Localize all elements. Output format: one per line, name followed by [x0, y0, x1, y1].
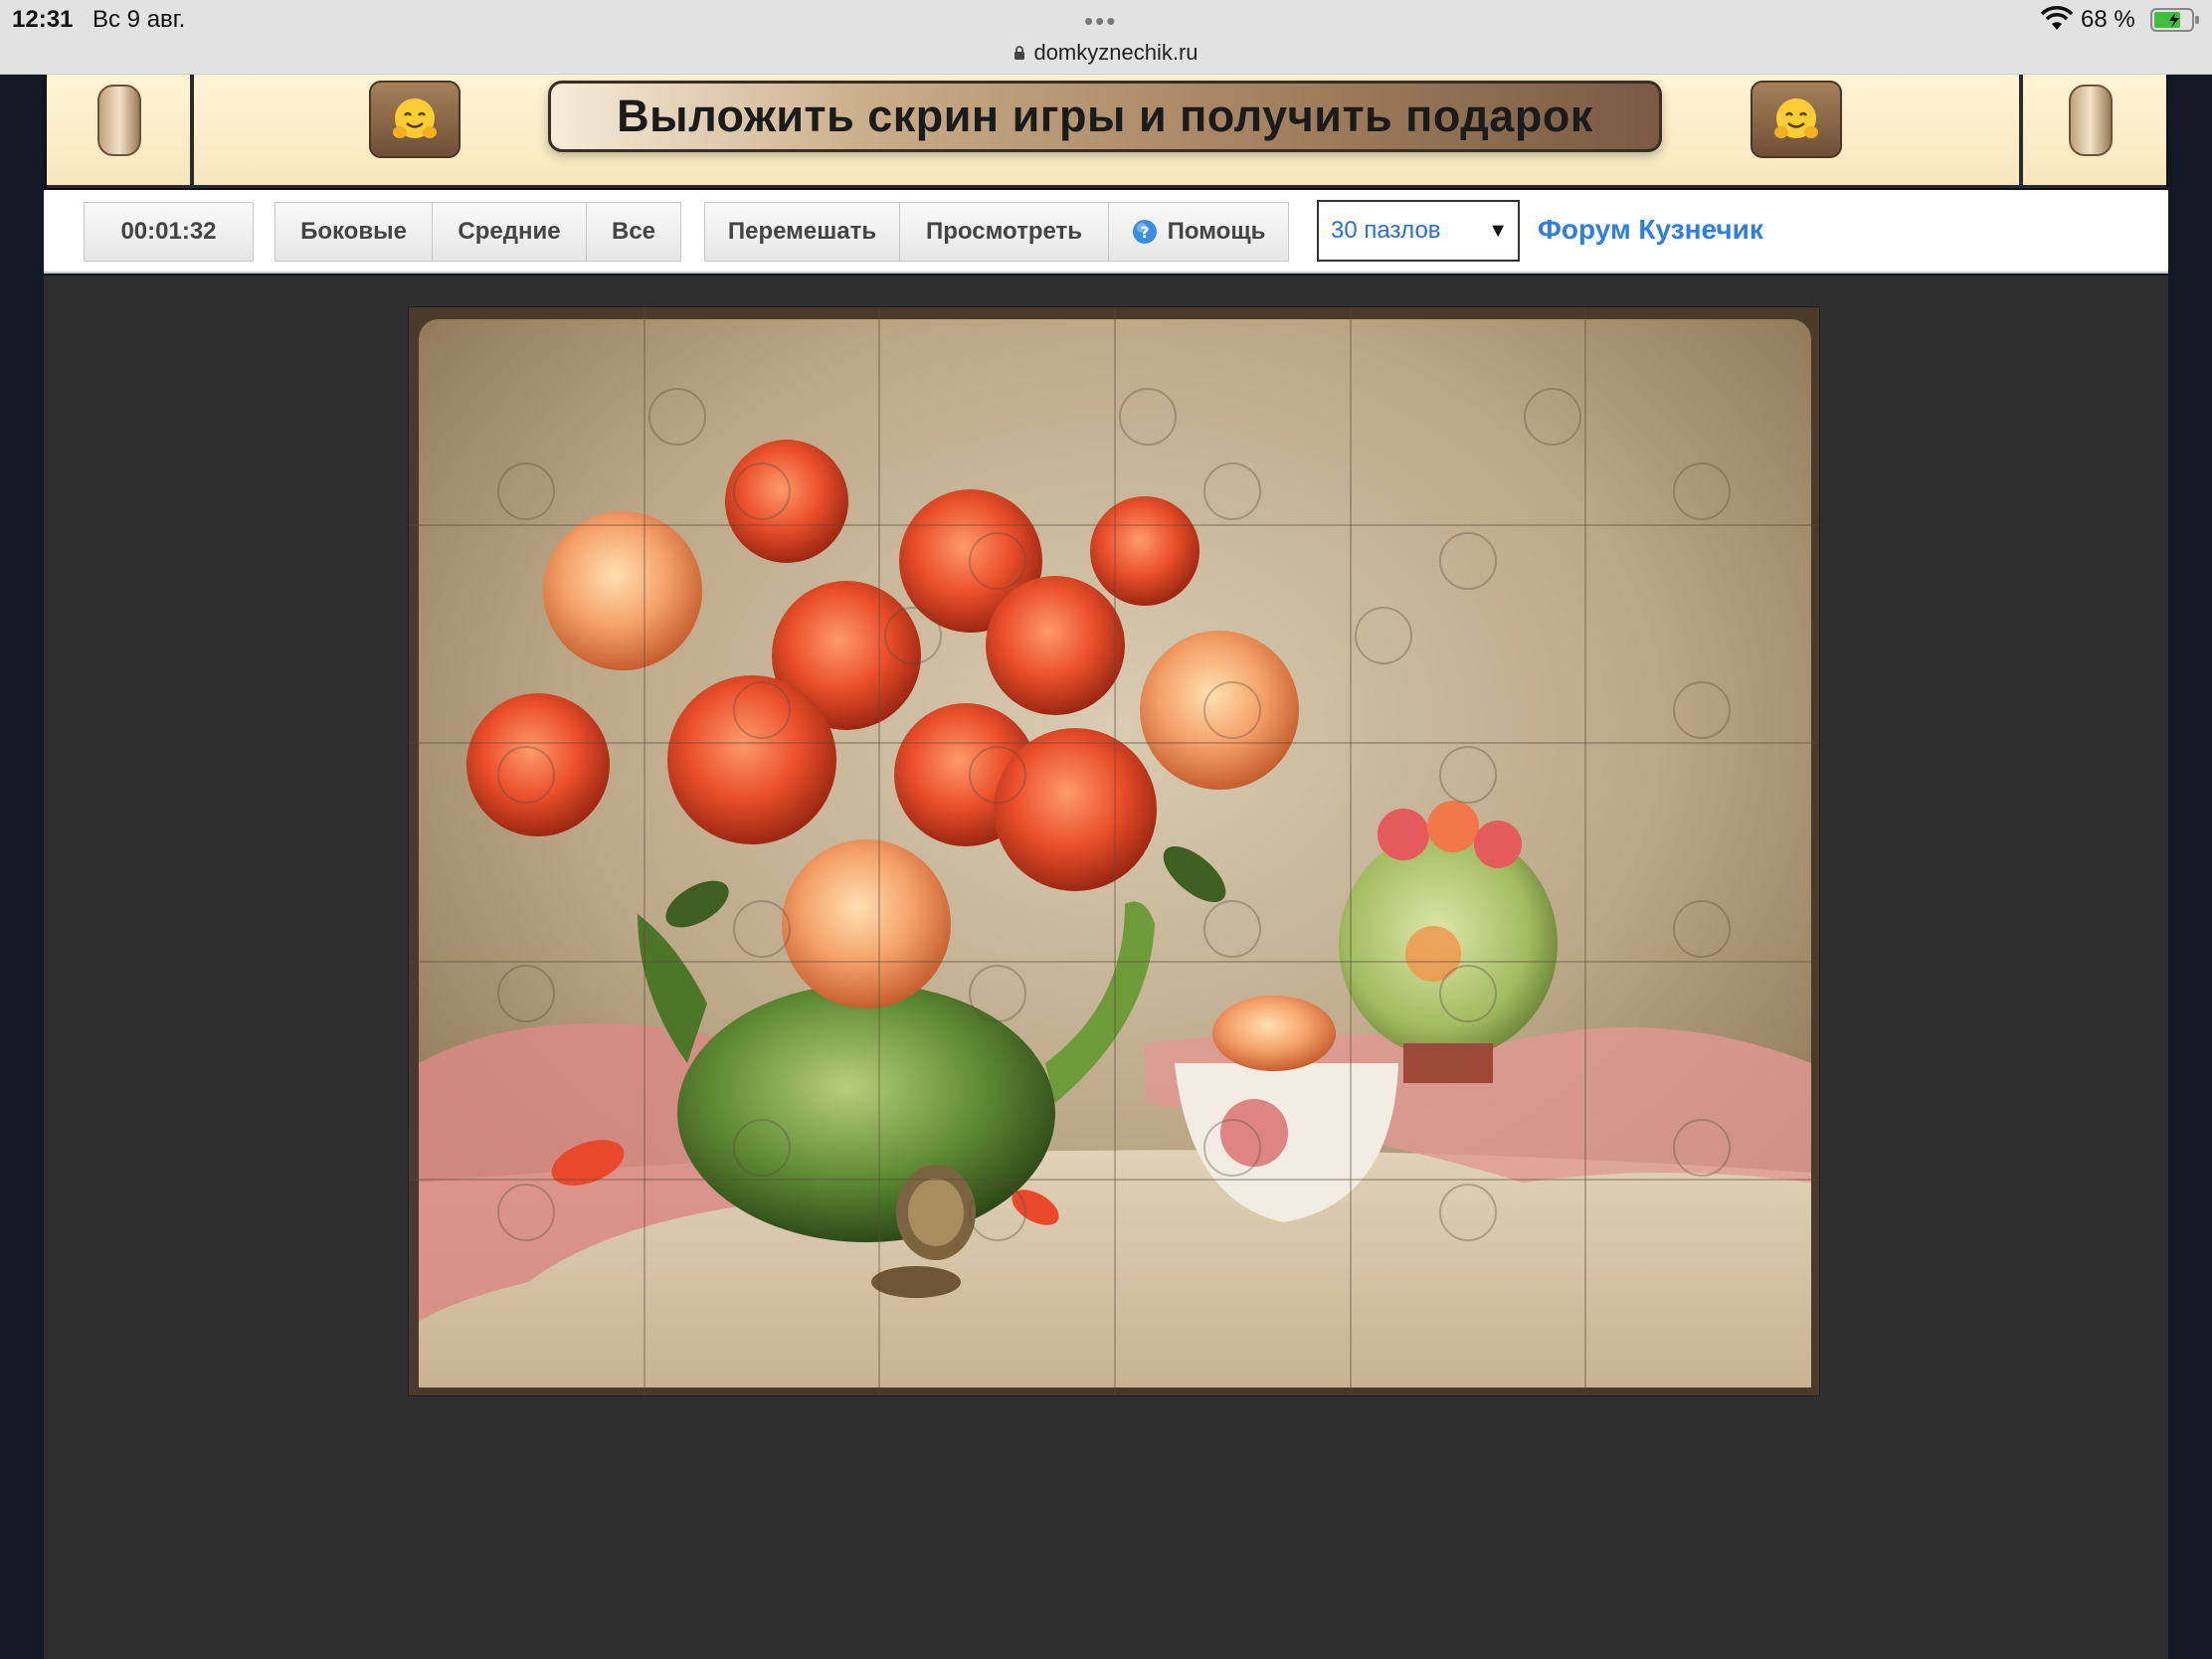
status-date: Вс 9 авг.	[92, 6, 186, 33]
lock-icon	[1014, 46, 1025, 60]
multitask-dots-icon[interactable]: •••	[1084, 6, 1117, 37]
right-page-margin	[2168, 75, 2212, 1659]
pieces-count-select[interactable]: 30 пазлов ▼	[1317, 200, 1520, 262]
address-bar[interactable]: domkyznechik.ru	[0, 40, 2212, 66]
url-text: domkyznechik.ru	[1033, 40, 1198, 65]
pieces-count-value: 30 пазлов	[1331, 217, 1441, 244]
battery-percent: 68 %	[2081, 6, 2135, 33]
battery-icon	[2150, 8, 2199, 32]
timer-display: 00:01:32	[84, 202, 254, 262]
hugging-face-icon	[1774, 98, 1818, 138]
left-page-margin	[0, 75, 44, 1659]
all-pieces-button[interactable]: Все	[587, 203, 680, 261]
banner-text: Выложить скрин игры и получить подарок	[617, 91, 1593, 141]
promo-banner: Выложить скрин игры и получить подарок	[47, 75, 2166, 188]
status-bar: 12:31 Вс 9 авг. ••• 68 % domkyznechik.ru	[0, 0, 2212, 75]
actions-group: Перемешать Просмотреть ? Помощь	[704, 202, 1289, 262]
forum-link[interactable]: Форум Кузнечик	[1538, 214, 1763, 246]
shuffle-button[interactable]: Перемешать	[705, 203, 900, 261]
side-pieces-button[interactable]: Боковые	[276, 203, 433, 261]
edge-filter-group: Боковые Средние Все	[275, 202, 681, 262]
banner-right-handle	[2069, 85, 2113, 156]
hugging-face-icon	[393, 98, 437, 138]
banner-divider	[190, 75, 194, 188]
help-globe-icon: ?	[1132, 220, 1157, 244]
puzzle-artwork	[409, 307, 1819, 1395]
help-button[interactable]: ? Помощь	[1109, 203, 1288, 261]
banner-left-handle	[97, 85, 141, 156]
hug-emoji-button-left[interactable]	[369, 81, 461, 158]
middle-pieces-button[interactable]: Средние	[433, 203, 587, 261]
dropdown-arrow-icon: ▼	[1488, 220, 1508, 242]
status-time: 12:31	[12, 6, 74, 33]
wifi-icon	[2041, 6, 2073, 30]
preview-button[interactable]: Просмотреть	[900, 203, 1109, 261]
svg-text:?: ?	[1140, 223, 1149, 242]
puzzle-toolbar: 00:01:32 Боковые Средние Все Перемешать …	[44, 190, 2168, 274]
banner-divider	[2019, 75, 2023, 188]
hug-emoji-button-right[interactable]	[1751, 81, 1842, 158]
screenshot-gift-button[interactable]: Выложить скрин игры и получить подарок	[548, 81, 1662, 152]
help-label: Помощь	[1167, 218, 1266, 245]
puzzle-board[interactable]	[408, 306, 1820, 1396]
